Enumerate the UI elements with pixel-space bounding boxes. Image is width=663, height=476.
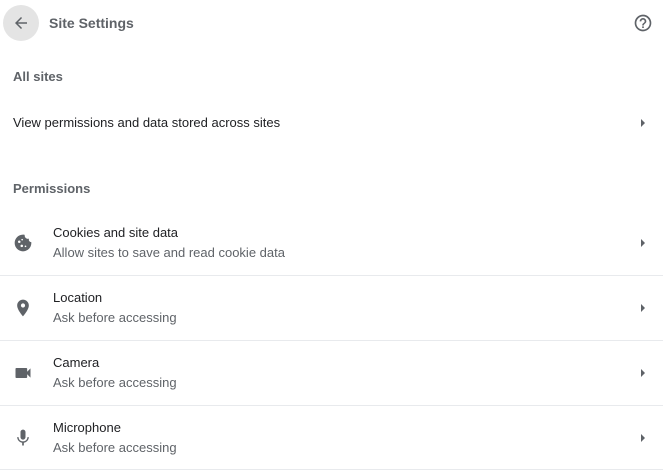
permission-title: Camera [53, 355, 100, 370]
all-sites-heading: All sites [13, 69, 63, 84]
permission-row-cookies[interactable]: Cookies and site data Allow sites to sav… [0, 211, 663, 275]
page-title: Site Settings [49, 15, 134, 31]
chevron-right-icon [641, 434, 645, 442]
view-all-sites-row[interactable]: View permissions and data stored across … [0, 103, 663, 143]
page-header: Site Settings [0, 0, 663, 46]
permission-row-camera[interactable]: Camera Ask before accessing [0, 340, 663, 405]
permission-row-microphone[interactable]: Microphone Ask before accessing [0, 405, 663, 470]
permission-row-location[interactable]: Location Ask before accessing [0, 275, 663, 340]
microphone-icon [11, 426, 35, 450]
help-button[interactable] [631, 11, 655, 35]
arrow-back-icon [15, 17, 27, 29]
location-pin-icon [11, 296, 35, 320]
back-button[interactable] [3, 5, 39, 41]
cookie-icon [11, 231, 35, 255]
chevron-right-icon [641, 119, 645, 127]
permission-title: Microphone [53, 420, 121, 435]
chevron-right-icon [641, 369, 645, 377]
help-circle-icon [634, 14, 652, 32]
permissions-heading: Permissions [13, 181, 91, 196]
permission-title: Cookies and site data [53, 225, 179, 240]
chevron-right-icon [641, 304, 645, 312]
camera-icon [11, 361, 35, 385]
permission-title: Location [53, 290, 103, 305]
permission-subtitle: Allow sites to save and read cookie data [53, 245, 285, 260]
view-all-sites-label: View permissions and data stored across … [13, 115, 281, 130]
list-divider [0, 469, 663, 470]
permission-subtitle: Ask before accessing [53, 310, 177, 325]
permission-subtitle: Ask before accessing [53, 440, 177, 455]
chevron-right-icon [641, 239, 645, 247]
permission-subtitle: Ask before accessing [53, 375, 177, 390]
